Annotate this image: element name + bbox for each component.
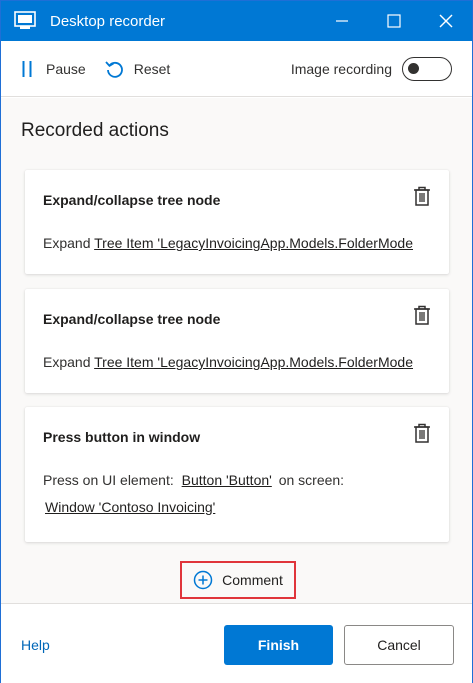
action-description: Expand Tree Item 'LegacyInvoicingApp.Mod… — [43, 235, 435, 251]
add-circle-icon — [193, 570, 213, 590]
close-button[interactable] — [420, 1, 472, 41]
cancel-button[interactable]: Cancel — [344, 625, 454, 665]
trash-icon — [414, 305, 430, 325]
ui-element-link[interactable]: Tree Item 'LegacyInvoicingApp.Models.Fol… — [94, 354, 413, 370]
help-link[interactable]: Help — [21, 637, 50, 653]
image-recording-control: Image recording — [290, 56, 452, 81]
delete-action-button[interactable] — [413, 305, 431, 330]
reset-icon — [104, 59, 124, 79]
image-recording-toggle[interactable] — [402, 56, 452, 81]
section-title: Recorded actions — [21, 120, 169, 141]
maximize-icon — [387, 14, 401, 28]
close-icon — [439, 14, 453, 28]
action-card: Press button in window Press on UI eleme… — [25, 407, 449, 542]
toggle-knob — [408, 62, 419, 74]
ui-element-link[interactable]: Button 'Button' — [182, 472, 272, 488]
finish-button[interactable]: Finish — [224, 625, 333, 665]
ui-element-link[interactable]: Tree Item 'LegacyInvoicingApp.Models.Fol… — [94, 235, 413, 251]
recorded-actions-panel: Recorded actions Expand/collapse tree no… — [1, 98, 472, 603]
maximize-button[interactable] — [368, 1, 420, 41]
action-card: Expand/collapse tree node Expand Tree It… — [25, 289, 449, 393]
comment-label: Comment — [222, 572, 283, 588]
minimize-button[interactable] — [316, 1, 368, 41]
trash-icon — [414, 186, 430, 206]
pause-button[interactable]: Pause — [21, 60, 86, 78]
trash-icon — [414, 423, 430, 443]
action-prefix: Expand — [43, 354, 91, 370]
action-middle-text: on screen: — [278, 472, 345, 488]
delete-action-button[interactable] — [413, 423, 431, 448]
pause-icon — [21, 60, 33, 78]
reset-label: Reset — [133, 60, 171, 77]
desktop-recorder-window: Desktop recorder Pause Reset Image recor… — [0, 0, 473, 683]
delete-action-button[interactable] — [413, 186, 431, 211]
desktop-recorder-app-icon — [14, 10, 36, 32]
action-description-line2: Window 'Contoso Invoicing' — [45, 499, 215, 515]
window-controls — [316, 1, 472, 41]
action-title: Expand/collapse tree node — [43, 311, 221, 327]
window-link[interactable]: Window 'Contoso Invoicing' — [45, 499, 215, 515]
reset-button[interactable]: Reset — [104, 59, 171, 79]
image-recording-label: Image recording — [290, 60, 392, 77]
action-prefix: Expand — [43, 235, 91, 251]
pause-label: Pause — [46, 60, 86, 77]
action-title: Expand/collapse tree node — [43, 192, 221, 208]
action-title: Press button in window — [43, 429, 201, 445]
action-description: Press on UI element: Button 'Button' on … — [43, 472, 344, 488]
window-title: Desktop recorder — [50, 12, 166, 30]
add-comment-button[interactable]: Comment — [180, 561, 296, 599]
recorder-toolbar: Pause Reset Image recording — [1, 41, 472, 97]
title-bar: Desktop recorder — [1, 1, 472, 41]
minimize-icon — [336, 20, 348, 22]
footer: Help Finish Cancel — [1, 603, 472, 683]
action-description: Expand Tree Item 'LegacyInvoicingApp.Mod… — [43, 354, 435, 370]
action-card: Expand/collapse tree node Expand Tree It… — [25, 170, 449, 274]
action-prefix: Press on UI element: — [43, 472, 174, 488]
